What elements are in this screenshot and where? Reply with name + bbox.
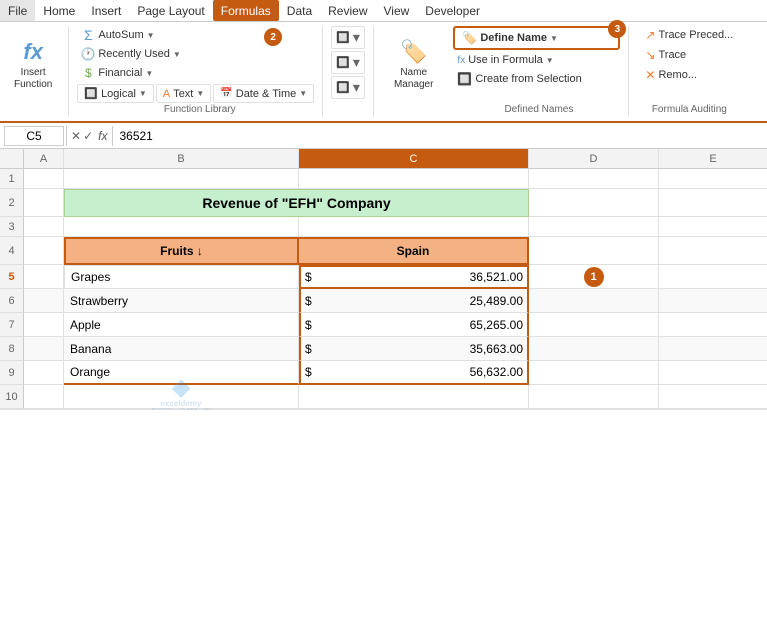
- menu-home[interactable]: Home: [35, 0, 83, 21]
- trace-dependents-button[interactable]: ↘ Trace: [641, 46, 737, 64]
- menu-developer[interactable]: Developer: [417, 0, 488, 21]
- menu-page-layout[interactable]: Page Layout: [129, 0, 212, 21]
- name-manager-button[interactable]: 🏷️ NameManager: [386, 35, 441, 95]
- remove-arrows-button[interactable]: ✕ Remo...: [641, 66, 737, 84]
- col-header-b: B: [64, 149, 299, 168]
- cell-reference-box[interactable]: C5: [4, 126, 64, 146]
- col-header-d: D: [529, 149, 659, 168]
- col-header-a: A: [24, 149, 64, 168]
- menu-formulas[interactable]: Formulas: [213, 0, 279, 21]
- function-library-label: Function Library: [77, 104, 322, 115]
- money-icon: $: [81, 66, 95, 80]
- more-functions-btn2[interactable]: 🔲 ▾: [331, 51, 365, 74]
- financial-button[interactable]: $ Financial ▼: [77, 64, 314, 82]
- more-icon1: 🔲: [336, 31, 350, 44]
- row-5[interactable]: 5 Grapes $ 36,521.00 1: [0, 265, 767, 289]
- banana-amount-cell[interactable]: $ 35,663.00: [299, 337, 529, 361]
- row-6[interactable]: 6 Strawberry $ 25,489.00: [0, 289, 767, 313]
- menu-data[interactable]: Data: [279, 0, 320, 21]
- create-from-selection-button[interactable]: 🔲 Create from Selection: [453, 70, 620, 88]
- spain-header-cell: Spain: [299, 237, 529, 265]
- trace-dep-icon: ↘: [645, 48, 655, 62]
- row-4: 4 Fruits ↓ Spain: [0, 237, 767, 265]
- logical-button[interactable]: 🔲 Logical ▼: [77, 84, 153, 103]
- name-manager-icon: 🏷️: [400, 39, 427, 65]
- menu-view[interactable]: View: [376, 0, 418, 21]
- trace-prec-icon: ↗: [645, 28, 655, 42]
- row-8[interactable]: 8 Banana $ 35,663.00: [0, 337, 767, 361]
- define-name-button[interactable]: 🏷️ Define Name ▼: [458, 29, 615, 47]
- more-icon2: 🔲: [336, 56, 350, 69]
- selection-icon: 🔲: [457, 72, 472, 86]
- use-in-formula-button[interactable]: fx Use in Formula ▼: [453, 52, 620, 68]
- badge-3: 3: [608, 20, 626, 38]
- apple-cell[interactable]: Apple: [64, 313, 299, 337]
- banana-cell[interactable]: Banana: [64, 337, 299, 361]
- menu-insert[interactable]: Insert: [83, 0, 129, 21]
- apple-amount-cell[interactable]: $ 65,265.00: [299, 313, 529, 337]
- badge-1: 1: [584, 267, 604, 287]
- fx-bar-icon[interactable]: fx: [95, 129, 110, 143]
- logical-icon: 🔲: [84, 87, 98, 100]
- col-header-e: E: [659, 149, 767, 168]
- trace-precedents-button[interactable]: ↗ Trace Preced...: [641, 26, 737, 44]
- orange-amount-cell[interactable]: $ 56,632.00: [299, 361, 529, 385]
- confirm-icon[interactable]: ✓: [83, 129, 93, 143]
- more-functions-btn3[interactable]: 🔲 ▾: [331, 76, 365, 99]
- insert-function-button[interactable]: fx InsertFunction: [6, 35, 60, 95]
- watermark: 🔷 exceldemy EXCEL · DATA · BI: [152, 379, 211, 411]
- sigma-icon: Σ: [81, 28, 95, 42]
- row-2: 2 Revenue of "EFH" Company: [0, 189, 767, 217]
- row-7[interactable]: 7 Apple $ 65,265.00: [0, 313, 767, 337]
- strawberry-amount-cell[interactable]: $ 25,489.00: [299, 289, 529, 313]
- title-cell: Revenue of "EFH" Company: [64, 189, 529, 217]
- formula-icon: fx: [457, 55, 465, 66]
- row-10: 10 🔷 exceldemy EXCEL · DATA · BI: [0, 385, 767, 409]
- remove-icon: ✕: [645, 68, 655, 82]
- fruit-header-cell: Fruits ↓: [64, 237, 299, 265]
- text-icon: A: [163, 88, 170, 100]
- fx-icon: fx: [23, 39, 43, 65]
- calendar-icon: 📅: [220, 88, 232, 99]
- more-icon3: 🔲: [336, 81, 350, 94]
- formula-input[interactable]: [119, 129, 757, 143]
- strawberry-cell[interactable]: Strawberry: [64, 289, 299, 313]
- tag-icon: 🏷️: [462, 31, 477, 45]
- recently-used-button[interactable]: 🕐 Recently Used ▼: [77, 45, 314, 63]
- more-functions-btn1[interactable]: 🔲 ▾: [331, 26, 365, 49]
- row-3: 3: [0, 217, 767, 237]
- defined-names-label: Defined Names: [449, 104, 628, 115]
- formula-auditing-label: Formula Auditing: [633, 104, 745, 115]
- menu-review[interactable]: Review: [320, 0, 375, 21]
- text-button[interactable]: A Text ▼: [156, 84, 211, 103]
- grapes-cell[interactable]: Grapes: [64, 265, 299, 289]
- cancel-icon[interactable]: ✕: [71, 129, 81, 143]
- row-1: 1: [0, 169, 767, 189]
- row-9[interactable]: 9 Orange $ 56,632.00: [0, 361, 767, 385]
- date-time-button[interactable]: 📅 Date & Time ▼: [213, 84, 314, 103]
- col-header-c: C: [299, 149, 529, 168]
- clock-icon: 🕐: [81, 47, 95, 61]
- grapes-amount-cell[interactable]: $ 36,521.00: [299, 265, 529, 289]
- menu-file[interactable]: File: [0, 0, 35, 21]
